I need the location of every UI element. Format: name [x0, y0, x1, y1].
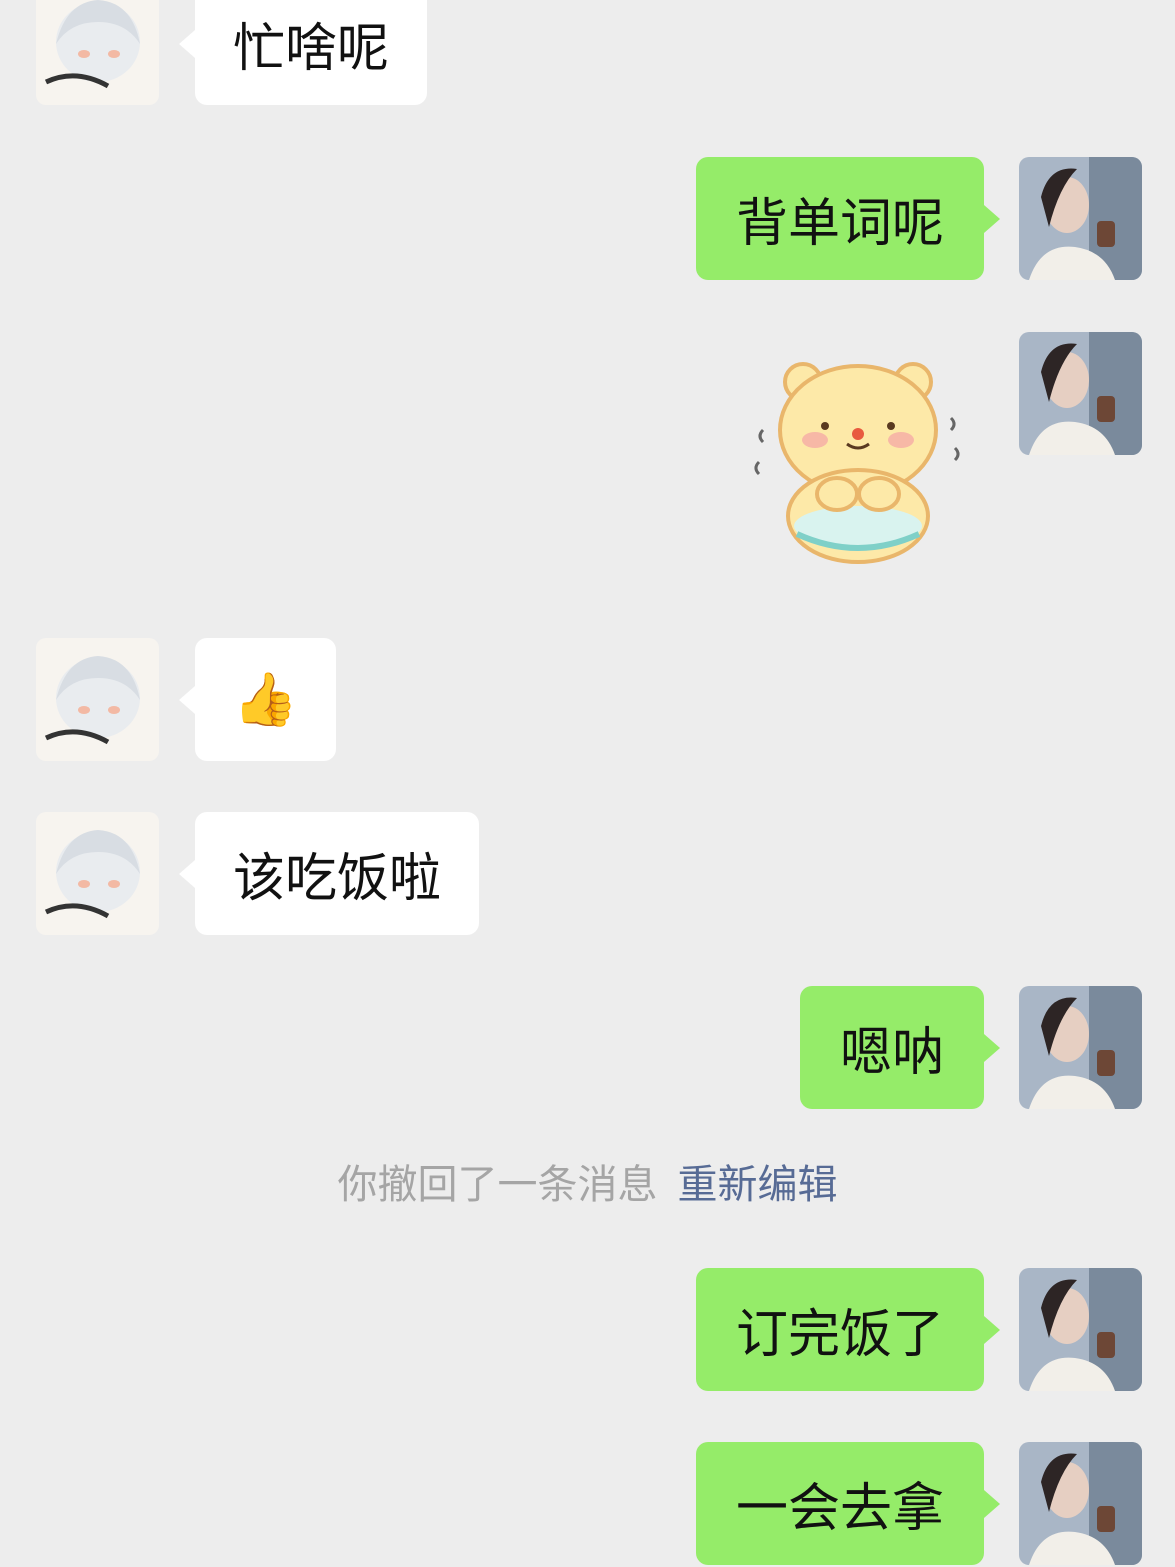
message-bubble[interactable]: 订完饭了	[695, 1268, 1001, 1391]
portrait-avatar-icon	[1019, 1442, 1142, 1565]
message-bubble[interactable]: 忙啥呢	[178, 0, 428, 105]
bear-sticker-icon	[754, 362, 960, 564]
user-avatar[interactable]	[1019, 157, 1142, 280]
message-text: 该吃饭啦	[233, 849, 442, 909]
message-text: 嗯呐	[839, 1023, 944, 1083]
message-bubble[interactable]: 该吃饭啦	[178, 812, 480, 935]
portrait-avatar-icon	[1019, 332, 1142, 455]
recall-text: 你撤回了一条消息	[337, 1162, 658, 1208]
bear-sticker[interactable]	[745, 348, 970, 573]
contact-avatar[interactable]	[36, 812, 159, 935]
message-bubble[interactable]: 👍	[179, 638, 336, 761]
anime-avatar-icon	[36, 638, 159, 761]
user-avatar[interactable]	[1019, 332, 1142, 455]
user-avatar[interactable]	[1019, 1268, 1142, 1391]
message-text: 订完饭了	[735, 1305, 944, 1365]
message-text: 忙啥呢	[233, 19, 390, 79]
portrait-avatar-icon	[1019, 1268, 1142, 1391]
anime-avatar-icon	[36, 812, 159, 935]
anime-avatar-icon	[36, 0, 159, 105]
portrait-avatar-icon	[1019, 986, 1142, 1109]
contact-avatar[interactable]	[36, 0, 159, 105]
reedit-link[interactable]: 重新编辑	[678, 1162, 838, 1208]
user-avatar[interactable]	[1019, 986, 1142, 1109]
portrait-avatar-icon	[1019, 157, 1142, 280]
contact-avatar[interactable]	[36, 638, 159, 761]
message-bubble[interactable]: 一会去拿	[695, 1442, 1001, 1565]
message-text: 背单词呢	[735, 194, 944, 254]
message-text: 一会去拿	[735, 1479, 944, 1539]
thumbs-up-icon: 👍	[233, 669, 298, 730]
user-avatar[interactable]	[1019, 1442, 1142, 1565]
recall-notice: 你撤回了一条消息 重新编辑	[0, 1152, 1175, 1210]
message-bubble[interactable]: 嗯呐	[799, 986, 1001, 1109]
message-bubble[interactable]: 背单词呢	[695, 157, 1001, 280]
